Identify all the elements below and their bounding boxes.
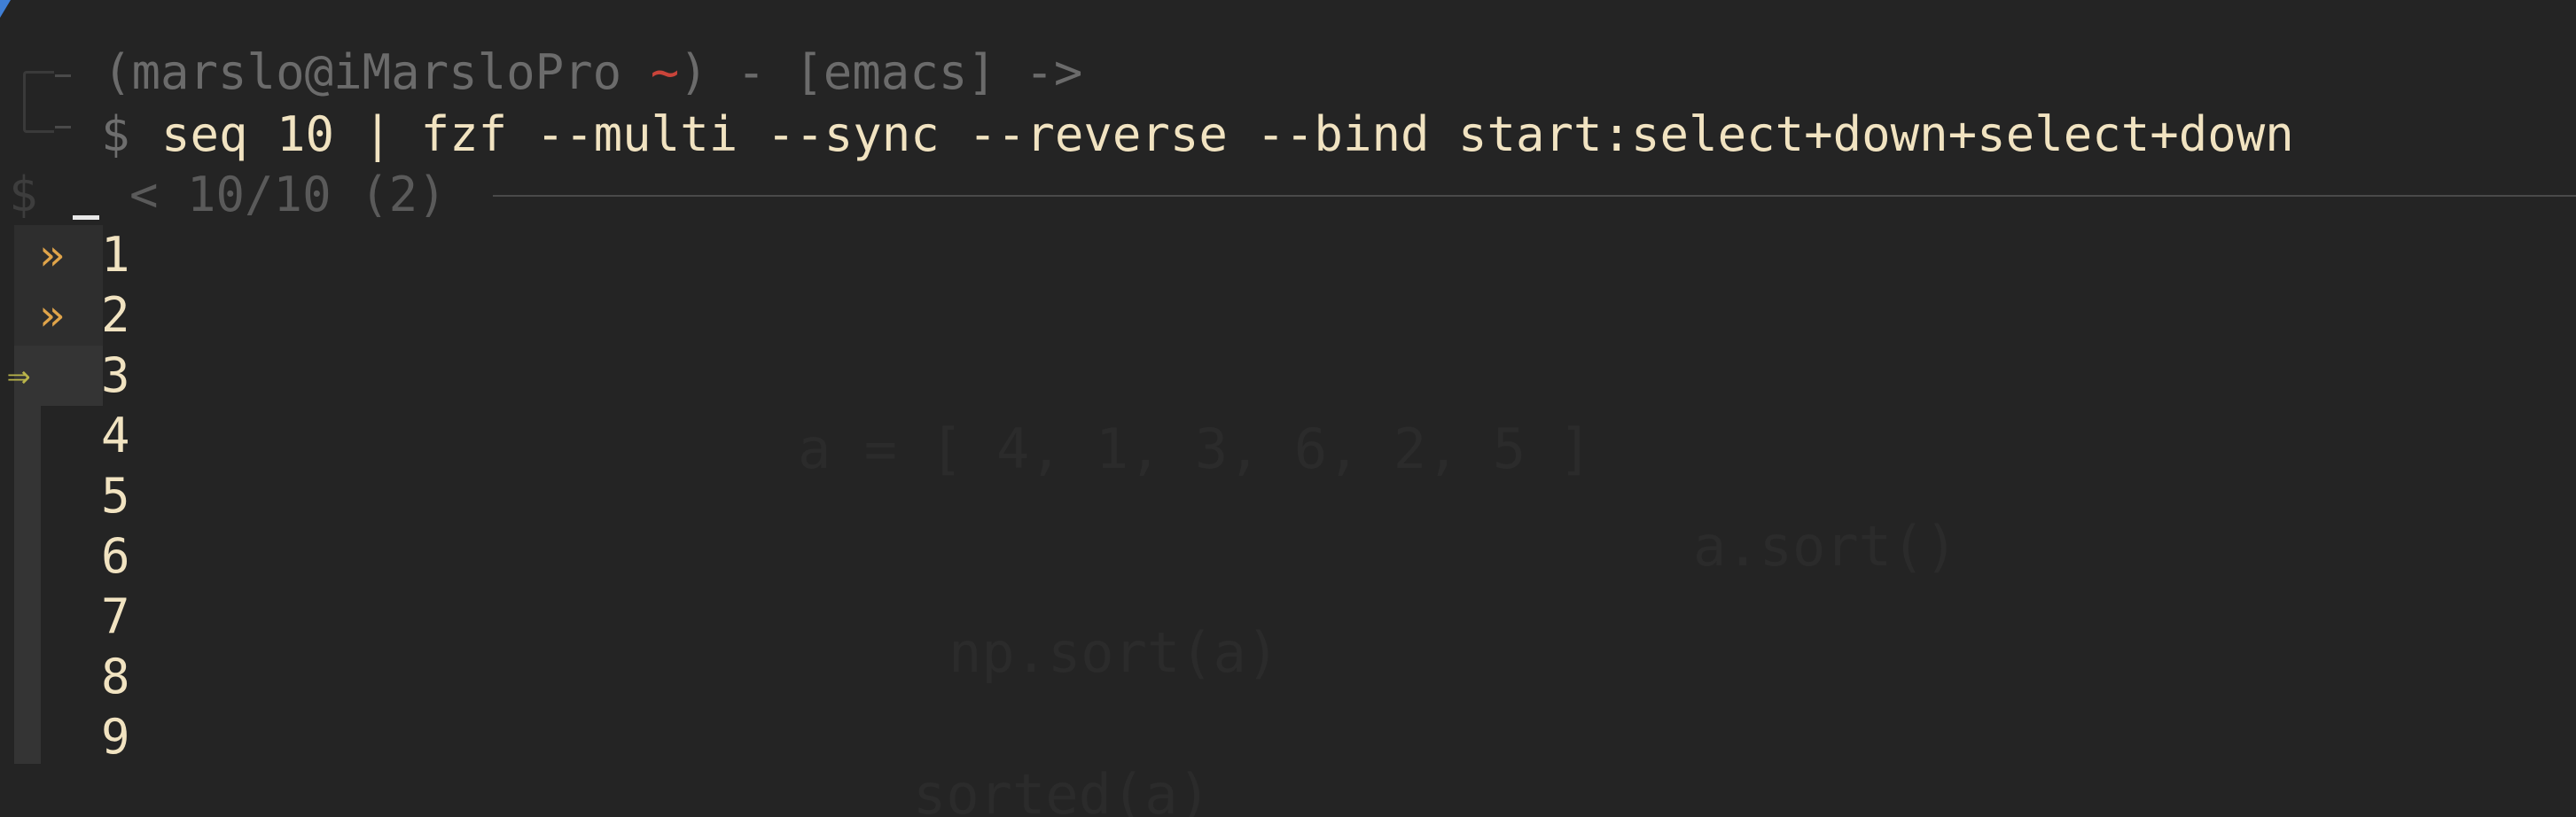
prompt-prefix: (marslo@iMarsloPro	[103, 44, 651, 100]
list-item-label: 6	[101, 528, 130, 584]
selection-marker-icon: »	[39, 291, 65, 340]
list-item[interactable]: 8	[0, 647, 355, 707]
fzf-separator	[493, 195, 2576, 197]
list-item-label: 5	[101, 468, 130, 524]
list-item[interactable]: 9	[0, 707, 355, 767]
command-dollar: $	[101, 106, 130, 162]
prompt-dash-icon	[55, 126, 71, 128]
fzf-query-cursor[interactable]	[73, 215, 99, 220]
terminal-window[interactable]: a = [ 4, 1, 3, 6, 2, 5 ] a.sort() np.sor…	[0, 0, 2576, 817]
prompt-dash-icon	[55, 74, 71, 77]
background-watermark-line: a = [ 4, 1, 3, 6, 2, 5 ]	[798, 416, 1592, 481]
selection-marker-icon: »	[39, 230, 65, 280]
list-item-label: 4	[101, 408, 130, 463]
background-watermark-line: a.sort()	[1693, 514, 1958, 579]
list-item-label: 2	[101, 287, 130, 343]
background-watermark-line: np.sort(a)	[948, 620, 1280, 685]
corner-indicator	[0, 0, 11, 18]
fzf-info: < 10/10 (2)	[129, 167, 447, 222]
list-item[interactable]: » 1	[0, 225, 355, 285]
background-watermark-line: sorted(a)	[913, 762, 1211, 817]
fzf-prompt-symbol: $	[9, 167, 38, 222]
list-item-label: 7	[101, 588, 130, 644]
command-text: seq 10 | fzf --multi --sync --reverse --…	[161, 106, 2294, 162]
list-item-label: 8	[101, 649, 130, 704]
list-item-label: 9	[101, 709, 130, 765]
list-item[interactable]: » 2	[0, 285, 355, 346]
list-item[interactable]: 6	[0, 526, 355, 587]
pointer-arrow-icon: ⇒	[7, 353, 31, 398]
list-item-label: 3	[101, 347, 130, 403]
list-item-label: 1	[101, 227, 130, 283]
list-item[interactable]: ⇒ 3	[0, 346, 355, 406]
list-item[interactable]: 4	[0, 406, 355, 466]
shell-prompt: (marslo@iMarsloPro ~) - [emacs] ->	[103, 43, 1082, 103]
list-item[interactable]: 7	[0, 587, 355, 647]
prompt-tilde: ~	[650, 44, 680, 100]
prompt-suffix: ) - [emacs] ->	[679, 44, 1083, 100]
list-item[interactable]: 5	[0, 466, 355, 526]
fzf-list: » 1 » 2 ⇒ 3 4 5 6 7 8 9	[0, 225, 355, 767]
prompt-bracket-icon	[23, 71, 54, 133]
